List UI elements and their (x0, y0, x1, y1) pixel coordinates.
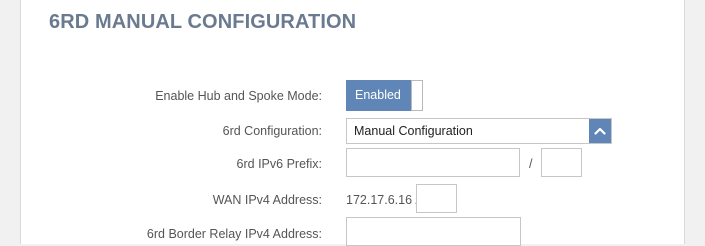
settings-panel: 6RD MANUAL CONFIGURATION Enable Hub and … (20, 0, 685, 246)
wan-ipv4-label: WAN IPv4 Address: (212, 193, 322, 207)
border-relay-label: 6rd Border Relay IPv4 Address: (146, 227, 322, 241)
sixrd-config-select[interactable]: Manual Configuration (346, 118, 612, 144)
chevron-up-icon (594, 127, 606, 135)
wan-ipv4-address: 172.17.6.16 / (346, 193, 419, 207)
sixrd-config-dropdown-button[interactable] (589, 119, 611, 143)
border-relay-input[interactable] (346, 217, 521, 246)
sixrd-config-selected: Manual Configuration (354, 124, 473, 138)
toggle-state-label: Enabled (346, 80, 412, 111)
wan-ipv4-mask-input[interactable] (416, 184, 457, 213)
ipv6-prefix-length-input[interactable] (541, 148, 582, 177)
prefix-separator: / (529, 157, 533, 171)
sixrd-config-label: 6rd Configuration: (222, 124, 322, 138)
ipv6-prefix-label: 6rd IPv6 Prefix: (236, 157, 322, 171)
hub-spoke-toggle[interactable]: Enabled (346, 80, 424, 111)
hub-spoke-label: Enable Hub and Spoke Mode: (155, 89, 322, 103)
ipv6-prefix-input[interactable] (346, 148, 520, 177)
toggle-knob[interactable] (411, 80, 423, 111)
section-title: 6RD MANUAL CONFIGURATION (49, 11, 357, 33)
